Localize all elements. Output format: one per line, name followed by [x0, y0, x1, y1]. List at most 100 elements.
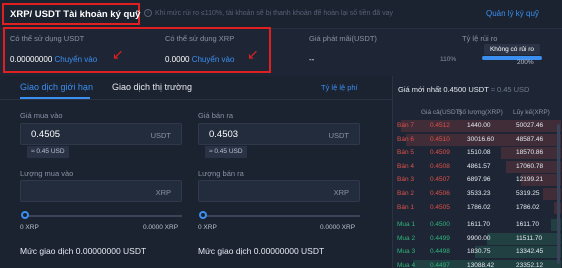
buy-price-input[interactable]: 0.4505 USDT [20, 123, 182, 145]
market-title: XRP/ USDT Tài khoản ký quỹ [2, 3, 140, 25]
row-price: 0.4509 [430, 149, 450, 157]
row-total: 50027.46 [516, 122, 544, 129]
tab-limit[interactable]: Giao dịch giới hạn [20, 82, 93, 92]
ask-row[interactable]: Bán 6 0.4510 30016.60 48587.46 [393, 133, 561, 146]
row-qty: 9900.00 [467, 234, 491, 242]
risk-tooltip: Không có rủi ro [484, 44, 540, 55]
col-qty-header: Số lượng(XRP) [458, 109, 503, 116]
sell-slider-max: 0.0000 XRP [320, 224, 356, 231]
buy-price-unit: USDT [150, 131, 171, 140]
warning-text: Khi mức rủi ro ≤110%, tài khoản sẽ bị th… [155, 9, 393, 17]
row-label: Bán 3 [397, 176, 414, 184]
row-total: 1611.70 [516, 221, 540, 228]
risk-min-label: 110% [440, 56, 457, 63]
sell-price-value: 0.4503 [209, 129, 239, 140]
latest-price-value: Giá mới nhất 0.4500 USDT [398, 85, 489, 94]
row-price: 0.4498 [430, 248, 450, 256]
sell-price-usd: ≈ 0.45 USD [205, 146, 247, 158]
row-total: 23352.12 [516, 261, 544, 268]
bid-row[interactable]: Mua 1 0.4500 1611.70 1611.70 [393, 219, 561, 231]
col-price-header: Giá cả(USDT) [421, 109, 462, 116]
liquidation-warning: i Khi mức rủi ro ≤110%, tài khoản sẽ bị … [144, 9, 393, 17]
row-label: Bán 5 [397, 149, 414, 157]
sell-qty-input[interactable]: XRP [198, 180, 360, 202]
xrp-transfer-in-link[interactable]: Chuyển vào [192, 55, 235, 64]
buy-price-usd: ≈ 0.45 USD [27, 146, 69, 158]
row-label: Mua 2 [397, 234, 416, 242]
row-label: Mua 1 [397, 221, 416, 228]
fee-rate-link[interactable]: Tỷ lệ lệ phí [321, 83, 358, 92]
bid-row[interactable]: Mua 4 0.4497 13088.42 23352.12 [393, 259, 561, 268]
row-price: 0.4507 [430, 176, 450, 184]
sell-slider-min: 0 XRP [198, 224, 217, 231]
ask-row[interactable]: Bán 4 0.4508 4861.57 17060.78 [393, 160, 561, 173]
arrow-icon: ↙ [247, 46, 259, 62]
buy-qty-unit: XRP [155, 188, 171, 197]
buy-qty-label: Lượng mua vào [20, 169, 74, 178]
row-price: 0.4510 [430, 135, 450, 143]
row-label: Mua 4 [397, 261, 416, 268]
sell-price-unit: USDT [328, 131, 349, 140]
row-total: 17060.78 [516, 162, 544, 170]
sell-trade-amount: Mức giao dịch 0.00000000 USDT [198, 246, 325, 256]
row-total: 11511.70 [516, 234, 543, 242]
row-total: 13342.45 [516, 248, 544, 256]
sell-price-input[interactable]: 0.4503 USDT [198, 123, 360, 145]
info-icon: i [144, 9, 152, 17]
usdt-available-label: Có thể sử dụng USDT [10, 34, 85, 43]
liquidation-price-value: -- [309, 55, 315, 64]
active-tab-indicator [20, 97, 90, 99]
latest-price: Giá mới nhất 0.4500 USDT ≈ 0.45 USD [398, 85, 529, 94]
row-price: 0.4499 [430, 234, 450, 242]
buy-trade-amount: Mức giao dịch 0.00000000 USDT [20, 246, 147, 256]
usdt-transfer-in-link[interactable]: Chuyển vào [55, 55, 98, 64]
buy-slider-max: 0.0000 XRP [143, 224, 179, 231]
sell-qty-unit: XRP [333, 188, 349, 197]
usdt-available-amount: 0.00000000 [10, 55, 53, 64]
risk-max-label: 200% [517, 59, 534, 66]
row-total: 48587.46 [516, 135, 544, 143]
ask-row[interactable]: Bán 2 0.4506 3533.23 5319.25 [393, 188, 561, 200]
row-price: 0.4508 [430, 162, 450, 170]
sell-slider-track[interactable] [204, 215, 360, 217]
row-label: Bán 7 [397, 122, 414, 129]
row-total: 18570.86 [516, 149, 544, 157]
row-qty: 1440.00 [467, 122, 491, 129]
row-label: Bán 1 [397, 203, 414, 211]
row-qty: 3533.23 [467, 190, 491, 197]
row-qty: 4861.57 [467, 162, 491, 170]
sell-qty-label: Lượng bán ra [198, 169, 244, 178]
row-price: 0.4512 [430, 122, 450, 129]
xrp-available-label: Có thể sử dụng XRP [165, 34, 235, 43]
row-price: 0.4497 [430, 261, 450, 268]
ask-row[interactable]: Bán 7 0.4512 1440.00 50027.46 [393, 120, 561, 132]
ask-row[interactable]: Bán 5 0.4509 1510.08 18570.86 [393, 147, 561, 160]
buy-slider-min: 0 XRP [20, 224, 39, 231]
ask-row[interactable]: Bán 1 0.4505 1786.02 1786.02 [393, 201, 561, 214]
sell-price-label: Giá bán ra [198, 111, 234, 120]
ask-row[interactable]: Bán 3 0.4507 6897.96 12199.21 [393, 174, 561, 187]
row-label: Mua 3 [397, 248, 416, 256]
col-total-header: Lũy kế(XRP) [513, 109, 550, 116]
row-qty: 13088.42 [467, 261, 495, 268]
buy-qty-input[interactable]: XRP [20, 180, 182, 202]
xrp-available-value: 0.0000 Chuyển vào [165, 55, 234, 64]
row-price: 0.4506 [430, 190, 450, 197]
row-qty: 30016.60 [467, 135, 495, 143]
row-total: 12199.21 [516, 176, 544, 184]
row-qty: 1611.70 [467, 221, 491, 228]
buy-slider-track[interactable] [26, 215, 182, 217]
row-total: 1786.02 [516, 203, 540, 211]
bid-row[interactable]: Mua 2 0.4499 9900.00 11511.70 [393, 232, 561, 245]
row-label: Bán 6 [397, 135, 414, 143]
buy-price-label: Giá mua vào [20, 111, 63, 120]
risk-ratio-label: Tỷ lệ rủi ro [462, 34, 498, 43]
latest-price-usd: ≈ 0.45 USD [490, 85, 530, 94]
sell-slider-handle[interactable] [199, 211, 207, 219]
manage-margin-link[interactable]: Quản lý ký quỹ [486, 9, 539, 18]
buy-slider-handle[interactable] [21, 211, 29, 219]
tab-market[interactable]: Giao dịch thị trường [112, 82, 192, 92]
arrow-icon: ↙ [112, 46, 124, 62]
orderbook-scrollbar[interactable] [557, 124, 560, 264]
bid-row[interactable]: Mua 3 0.4498 1830.75 13342.45 [393, 246, 561, 259]
